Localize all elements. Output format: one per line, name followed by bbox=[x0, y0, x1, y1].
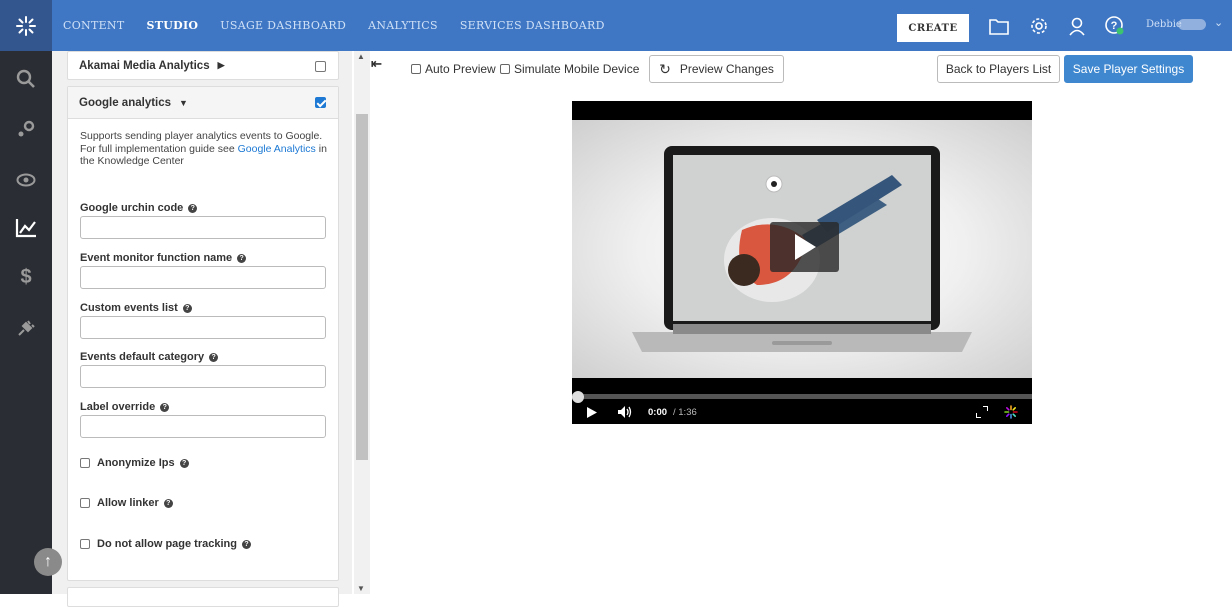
help-icon[interactable]: ? bbox=[209, 352, 219, 362]
search-icon[interactable] bbox=[14, 67, 38, 91]
current-time: 0:00 bbox=[648, 407, 668, 418]
allow-linker-row[interactable]: Allow linker? bbox=[80, 497, 173, 509]
default-category-label-text: Events default category bbox=[80, 351, 205, 363]
volume-icon[interactable] bbox=[618, 406, 632, 421]
custom-events-label-text: Custom events list bbox=[80, 302, 178, 314]
kaltura-logo-icon[interactable] bbox=[0, 0, 52, 51]
simulate-mobile-label: Simulate Mobile Device bbox=[514, 62, 640, 76]
refresh-icon: ↻ bbox=[659, 60, 671, 77]
event-monitor-label: Event monitor function name? bbox=[80, 252, 247, 264]
play-button[interactable] bbox=[770, 222, 839, 272]
event-monitor-input[interactable] bbox=[80, 266, 326, 289]
akamai-label: Akamai Media Analytics bbox=[79, 59, 210, 72]
custom-events-input[interactable] bbox=[80, 316, 326, 339]
settings-gears-icon[interactable] bbox=[14, 117, 38, 141]
allow-linker-checkbox[interactable] bbox=[80, 498, 90, 508]
google-description: Supports sending player analytics events… bbox=[80, 130, 330, 168]
save-player-settings-button[interactable]: Save Player Settings bbox=[1064, 55, 1193, 83]
plugin-icon[interactable] bbox=[14, 316, 38, 340]
panel-scrollbar-thumb[interactable] bbox=[356, 114, 368, 460]
help-icon[interactable]: ? bbox=[179, 458, 189, 468]
folder-icon[interactable] bbox=[986, 14, 1012, 38]
back-to-players-button[interactable]: Back to Players List bbox=[937, 55, 1060, 83]
label-override-label: Label override? bbox=[80, 401, 170, 413]
scroll-to-top-button[interactable]: ↑ bbox=[34, 548, 62, 576]
play-control-icon[interactable] bbox=[587, 407, 597, 421]
no-page-tracking-label: Do not allow page tracking bbox=[97, 538, 237, 550]
video-poster bbox=[572, 120, 1032, 378]
anonymize-label: Anonymize Ips bbox=[97, 457, 175, 469]
label-override-label-text: Label override bbox=[80, 401, 156, 413]
help-icon[interactable]: ? bbox=[163, 498, 173, 508]
no-page-tracking-checkbox[interactable] bbox=[80, 539, 90, 549]
nav-usage-dashboard[interactable]: USAGE DASHBOARD bbox=[220, 19, 346, 32]
user-name-redacted bbox=[1178, 19, 1206, 30]
auto-preview-option[interactable]: Auto Preview bbox=[411, 62, 496, 76]
auto-preview-checkbox[interactable] bbox=[411, 64, 421, 74]
default-category-input[interactable] bbox=[80, 365, 326, 388]
google-enable-checkbox[interactable] bbox=[315, 97, 326, 108]
nav-services-dashboard[interactable]: SERVICES DASHBOARD bbox=[460, 19, 605, 32]
label-override-input[interactable] bbox=[80, 415, 326, 438]
custom-events-label: Custom events list? bbox=[80, 302, 192, 314]
desc-line-1: Supports sending player analytics events… bbox=[80, 130, 323, 142]
auto-preview-label: Auto Preview bbox=[425, 62, 496, 76]
analytics-chart-icon[interactable] bbox=[14, 216, 38, 240]
dollar-icon[interactable]: $ bbox=[14, 265, 38, 289]
left-sidebar: $ bbox=[0, 51, 52, 594]
preview-changes-label: Preview Changes bbox=[679, 62, 774, 76]
nav-content[interactable]: CONTENT bbox=[63, 19, 125, 32]
help-icon[interactable]: ? bbox=[188, 203, 198, 213]
event-monitor-label-text: Event monitor function name bbox=[80, 252, 233, 264]
caret-down-icon: ▼ bbox=[179, 97, 188, 108]
anonymize-row[interactable]: Anonymize Ips? bbox=[80, 457, 189, 469]
help-icon[interactable]: ? bbox=[241, 539, 251, 549]
play-icon bbox=[794, 234, 816, 260]
kaltura-watermark-icon[interactable] bbox=[1004, 405, 1018, 422]
user-name[interactable]: Debbie bbox=[1146, 19, 1182, 30]
google-accordion-header[interactable]: Google analytics ▼ bbox=[67, 86, 339, 119]
urchin-label: Google urchin code? bbox=[80, 202, 198, 214]
chevron-down-icon[interactable]: ⌄ bbox=[1214, 16, 1223, 29]
desc-prefix: For full implementation guide see bbox=[80, 142, 238, 155]
simulate-mobile-option[interactable]: Simulate Mobile Device bbox=[500, 62, 639, 76]
scroll-up-arrow-icon[interactable]: ▲ bbox=[357, 52, 365, 61]
caret-right-icon: ▶ bbox=[217, 60, 225, 70]
google-label: Google analytics bbox=[79, 96, 172, 109]
fullscreen-icon[interactable] bbox=[975, 405, 989, 421]
akamai-accordion-header[interactable]: Akamai Media Analytics ▶ bbox=[67, 49, 339, 82]
gear-icon[interactable] bbox=[1026, 14, 1052, 38]
allow-linker-label: Allow linker bbox=[97, 497, 159, 509]
progress-knob[interactable] bbox=[572, 391, 584, 403]
next-plugin-card bbox=[67, 587, 339, 607]
help-icon[interactable]: ? bbox=[1102, 14, 1128, 38]
duration: / 1:36 bbox=[673, 407, 697, 418]
video-player[interactable]: 0:00 / 1:36 bbox=[572, 101, 1032, 424]
simulate-mobile-checkbox[interactable] bbox=[500, 64, 510, 74]
help-icon[interactable]: ? bbox=[237, 253, 247, 263]
urchin-label-text: Google urchin code bbox=[80, 202, 184, 214]
urchin-input[interactable] bbox=[80, 216, 326, 239]
create-button[interactable]: CREATE bbox=[897, 14, 969, 42]
user-icon[interactable] bbox=[1064, 14, 1090, 38]
top-bar: CONTENT STUDIO USAGE DASHBOARD ANALYTICS… bbox=[0, 0, 1232, 51]
eye-icon[interactable] bbox=[14, 168, 38, 192]
preview-changes-button[interactable]: ↻ Preview Changes bbox=[649, 55, 784, 83]
google-analytics-link[interactable]: Google Analytics bbox=[238, 143, 316, 155]
svg-text:?: ? bbox=[1111, 20, 1118, 32]
nav-studio[interactable]: STUDIO bbox=[147, 19, 199, 32]
akamai-enable-checkbox[interactable] bbox=[315, 61, 326, 72]
scroll-down-arrow-icon[interactable]: ▼ bbox=[357, 584, 365, 593]
main-nav: CONTENT STUDIO USAGE DASHBOARD ANALYTICS… bbox=[63, 0, 627, 51]
help-icon[interactable]: ? bbox=[160, 402, 170, 412]
progress-bar[interactable] bbox=[572, 394, 1032, 399]
help-icon[interactable]: ? bbox=[182, 303, 192, 313]
no-page-tracking-row[interactable]: Do not allow page tracking? bbox=[80, 538, 251, 550]
collapse-panel-icon[interactable]: ⇤ bbox=[371, 56, 382, 72]
anonymize-checkbox[interactable] bbox=[80, 458, 90, 468]
nav-analytics[interactable]: ANALYTICS bbox=[368, 19, 438, 32]
desc-line-2: For full implementation guide see Google… bbox=[80, 143, 330, 168]
default-category-label: Events default category? bbox=[80, 351, 219, 363]
